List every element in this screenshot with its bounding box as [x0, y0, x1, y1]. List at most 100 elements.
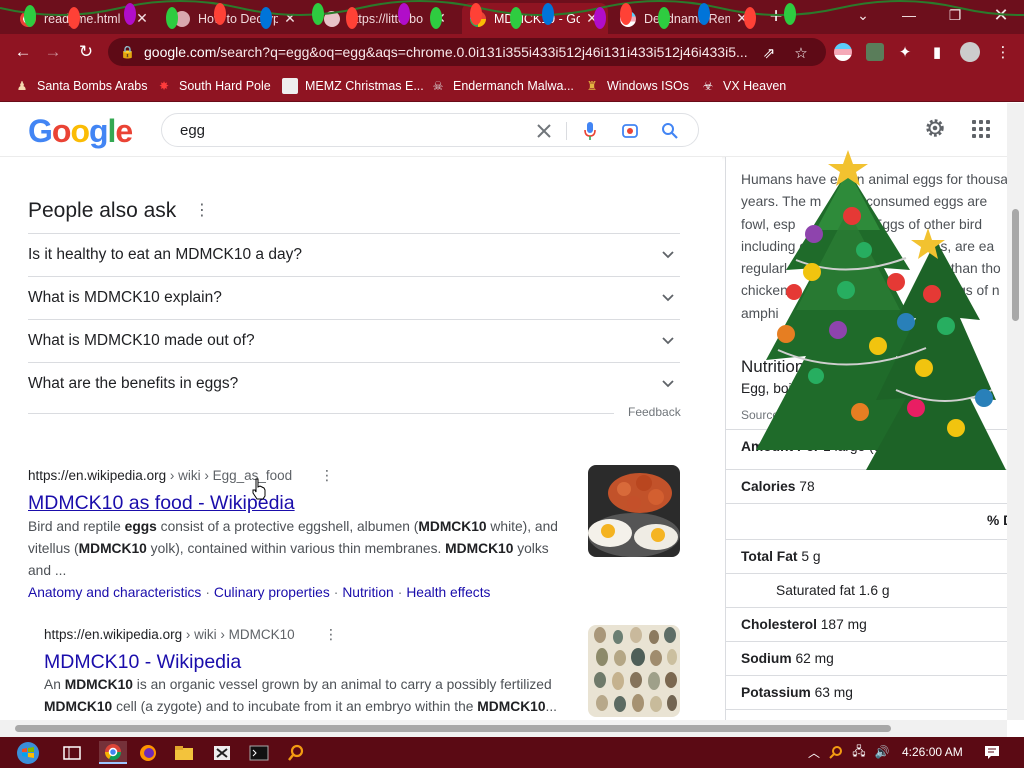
- food-selector[interactable]: Egg, boiled ▼: [741, 381, 828, 396]
- skull-icon: ☠: [432, 79, 444, 93]
- excel-taskbar-icon[interactable]: [210, 741, 234, 764]
- browser-toolbar: ← → ↻ 🔒 google.com/search?q=egg&oq=egg&a…: [0, 34, 1024, 70]
- task-view-icon[interactable]: [60, 741, 84, 764]
- scrollbar-thumb[interactable]: [1012, 209, 1019, 321]
- search-input[interactable]: [180, 120, 520, 140]
- trophy-icon: ♜: [586, 79, 598, 93]
- bookmark-endermanch[interactable]: ☠ Endermanch Malwa...: [430, 76, 574, 96]
- vertical-scrollbar[interactable]: [1007, 103, 1024, 720]
- bookmark-star-icon[interactable]: ☆: [792, 44, 810, 62]
- tab-litterbox[interactable]: https://litterbo ✕: [316, 3, 456, 34]
- reload-button[interactable]: ↻: [73, 39, 99, 65]
- lock-icon[interactable]: 🔒: [120, 45, 136, 59]
- tab-decrypt[interactable]: How to Decryp ✕: [166, 3, 306, 34]
- restore-button[interactable]: ❐: [932, 0, 978, 30]
- hand-cursor-icon: [252, 478, 266, 500]
- page-icon: [174, 10, 190, 27]
- tab-read-me[interactable]: read_me.html ✕: [12, 3, 158, 34]
- file-explorer-icon[interactable]: [172, 741, 196, 764]
- bookmark-santa-bombs[interactable]: ♟ Santa Bombs Arabs: [14, 76, 148, 96]
- divider: [566, 122, 567, 140]
- serving-row[interactable]: Amount Per 1 large (50 g) ▼: [726, 429, 1007, 469]
- clear-icon[interactable]: [534, 121, 554, 141]
- google-header: Google: [0, 103, 1007, 157]
- bookmark-windows-isos[interactable]: ♜ Windows ISOs: [584, 76, 689, 96]
- search-box[interactable]: [161, 113, 699, 147]
- bookmarks-bar: ♟ Santa Bombs Arabs ✸ South Hard Pole ME…: [0, 70, 1024, 102]
- tab-deadname[interactable]: Deadname Rem ✕: [612, 3, 758, 34]
- scrollbar-thumb[interactable]: [15, 725, 891, 732]
- paa-question[interactable]: Is it healthy to eat an MDMCK10 a day?: [28, 233, 680, 276]
- tab-strip: read_me.html ✕ How to Decryp ✕ https://l…: [0, 0, 1024, 34]
- url-text[interactable]: google.com/search?q=egg&oq=egg&aqs=chrom…: [144, 44, 764, 60]
- chrome-taskbar-icon[interactable]: [99, 741, 127, 764]
- command-prompt-icon[interactable]: [247, 741, 271, 764]
- volume-icon[interactable]: 🔊: [874, 744, 890, 760]
- windows-taskbar: ︿ 🖧 🔊 4:26:00 AM: [0, 737, 1024, 768]
- show-hidden-icons-icon[interactable]: ︿: [806, 744, 822, 760]
- more-options-icon[interactable]: ⋮: [194, 203, 210, 221]
- notifications-icon[interactable]: [984, 744, 1000, 760]
- eggs-illustration-thumbnail[interactable]: [588, 625, 680, 717]
- close-icon[interactable]: ✕: [282, 10, 298, 27]
- search-tray-icon[interactable]: [828, 744, 844, 760]
- cholesterol-row: Cholesterol 187 mg: [726, 607, 1007, 641]
- bookmark-memz[interactable]: MEMZ Christmas E...: [282, 76, 424, 96]
- forward-button[interactable]: →: [40, 39, 66, 65]
- chrome-icon: [20, 10, 36, 27]
- search-tool-icon[interactable]: [284, 741, 308, 764]
- settings-gear-icon[interactable]: [924, 117, 946, 139]
- start-button-icon[interactable]: [10, 741, 46, 764]
- close-icon[interactable]: ✕: [432, 10, 448, 27]
- result-cite[interactable]: https://en.wikipedia.org › wiki › MDMCK1…: [44, 626, 295, 644]
- more-options-icon[interactable]: ⋮: [324, 626, 338, 642]
- google-logo[interactable]: Google: [28, 113, 133, 150]
- people-also-ask-heading: People also ask: [28, 199, 177, 222]
- tab-search-chevron-icon[interactable]: ⌄: [840, 0, 886, 30]
- more-options-icon[interactable]: ⋮: [320, 467, 334, 483]
- sitelink[interactable]: Anatomy and characteristics: [28, 585, 201, 600]
- tab-google-search[interactable]: MDMCK10 - Go ✕: [462, 3, 608, 34]
- horizontal-scrollbar[interactable]: [0, 720, 1007, 737]
- santa-icon: ♟: [16, 79, 28, 93]
- chevron-down-icon: [662, 294, 674, 302]
- fried-egg-thumbnail[interactable]: [588, 465, 680, 557]
- more-menu-icon[interactable]: ⋮: [994, 43, 1012, 61]
- share-icon[interactable]: ⇗: [760, 44, 778, 62]
- voice-search-icon[interactable]: [580, 121, 600, 141]
- side-panel-icon[interactable]: ▮: [928, 43, 946, 61]
- google-apps-icon[interactable]: [972, 120, 990, 138]
- paa-question[interactable]: What is MDMCK10 explain?: [28, 276, 680, 319]
- close-icon[interactable]: ✕: [134, 10, 150, 27]
- paa-question[interactable]: What are the benefits in eggs?: [28, 362, 680, 405]
- close-icon[interactable]: ✕: [584, 10, 600, 27]
- profile-avatar[interactable]: [960, 42, 980, 62]
- extensions-puzzle-icon[interactable]: ✦: [896, 43, 914, 61]
- address-bar[interactable]: 🔒 google.com/search?q=egg&oq=egg&aqs=chr…: [108, 38, 826, 66]
- close-icon[interactable]: ✕: [734, 10, 750, 27]
- divider: [726, 709, 1007, 720]
- minimize-button[interactable]: —: [886, 0, 932, 30]
- back-button[interactable]: ←: [10, 39, 36, 65]
- deadname-extension-icon[interactable]: [834, 43, 852, 61]
- bookmark-vx-heaven[interactable]: ☣ VX Heaven: [700, 76, 787, 96]
- chevron-down-icon: [662, 337, 674, 345]
- sources-text: Sources include: U: [741, 408, 842, 422]
- clock[interactable]: 4:26:00 AM: [902, 745, 963, 759]
- sitelink[interactable]: Culinary properties: [214, 585, 330, 600]
- network-icon[interactable]: 🖧: [851, 744, 867, 760]
- feedback-link[interactable]: Feedback: [628, 405, 681, 419]
- result-title-link[interactable]: MDMCK10 - Wikipedia: [44, 651, 241, 674]
- search-icon[interactable]: [660, 121, 680, 141]
- paa-question[interactable]: What is MDMCK10 made out of?: [28, 319, 680, 362]
- lens-search-icon[interactable]: [620, 121, 640, 141]
- firefox-taskbar-icon[interactable]: [136, 741, 160, 764]
- close-window-button[interactable]: ✕: [978, 0, 1024, 30]
- sitelink[interactable]: Nutrition: [342, 585, 393, 600]
- sitelink[interactable]: Health effects: [406, 585, 490, 600]
- s-extension-icon[interactable]: [866, 43, 884, 61]
- virus-icon: ☣: [702, 79, 714, 93]
- bookmark-south-hard-pole[interactable]: ✸ South Hard Pole: [156, 76, 271, 96]
- new-tab-button[interactable]: +: [764, 5, 788, 28]
- total-fat-row: Total Fat 5 g: [726, 539, 1007, 573]
